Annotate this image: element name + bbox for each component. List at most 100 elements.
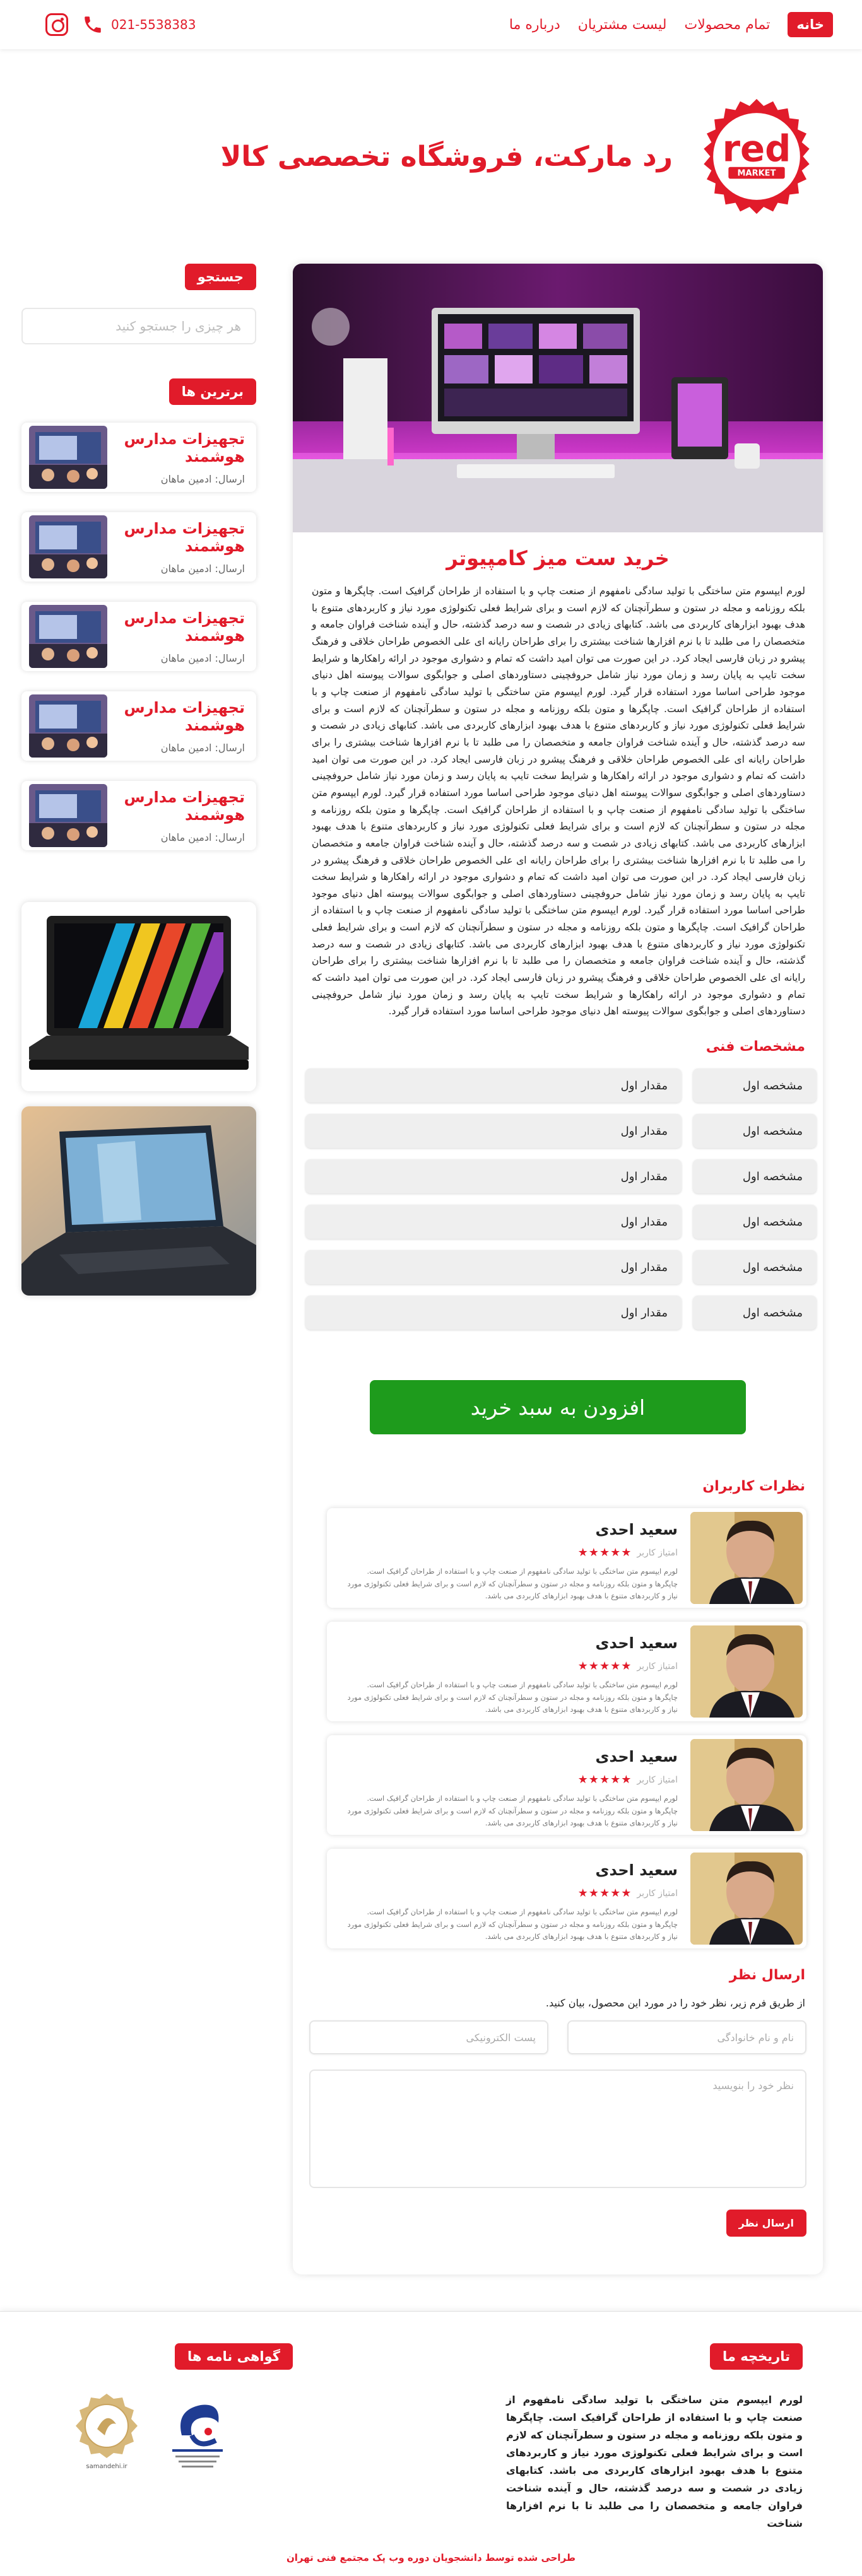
- post-title[interactable]: تجهیزات مدارس هوشمند: [107, 788, 245, 824]
- spec-value: مقدار اول: [305, 1296, 682, 1330]
- spec-row: مشخصه اول مقدار اول: [305, 1250, 817, 1285]
- phone-icon: [85, 16, 101, 33]
- nav-products-link[interactable]: تمام محصولات: [685, 17, 770, 33]
- comment-body: سعید احدی امتیاز کاربر ★★★★★ لورم ایپسوم …: [331, 1512, 690, 1604]
- sidebar-post[interactable]: تجهیزات مدارس هوشمند ارسال: ادمین ماهان: [21, 781, 256, 850]
- copyright: طراحی شده توسط دانشجویان دوره وب پک مجتم…: [286, 2552, 576, 2563]
- name-field[interactable]: نام و نام خانوادگی: [567, 2020, 806, 2055]
- review-form-intro: از طریق فرم زیر، نظر خود را در مورد این …: [545, 1997, 805, 2010]
- footer-certificates: گواهی نامه ها samandehi.ir: [59, 2343, 369, 2473]
- phone-number: 021-5538383: [111, 17, 196, 32]
- post-meta: ارسال: ادمین ماهان: [160, 562, 245, 575]
- content-area: خرید ست میز کامپیوتر لورم ایپسوم متن ساخ…: [0, 264, 862, 2314]
- review-form-heading: ارسال نظر: [729, 1967, 805, 1984]
- comment-text: لورم ایپسوم متن ساختگی با تولید سادگی نا…: [347, 1907, 678, 1941]
- star-rating-icon: ★★★★★: [577, 1887, 632, 1900]
- spec-value: مقدار اول: [305, 1068, 682, 1103]
- nav-home-link[interactable]: خانه: [788, 12, 833, 37]
- history-text: لورم ایپسوم متن ساختگی با تولید سادگی نا…: [506, 2394, 803, 2529]
- comment-card: سعید احدی امتیاز کاربر ★★★★★ لورم ایپسوم …: [327, 1622, 806, 1722]
- navbar: خانه تمام محصولات لیست مشتریان درباره ما…: [0, 0, 862, 49]
- svg-text:MARKET: MARKET: [738, 169, 776, 179]
- email-field[interactable]: پست الکترونیکی: [309, 2020, 548, 2055]
- site-title: رد مارکت، فروشگاه تخصصی کالا: [220, 140, 673, 173]
- samandehi-label: samandehi.ir: [86, 2463, 127, 2470]
- history-heading: تاریخچه ما: [710, 2343, 803, 2370]
- post-info: تجهیزات مدارس هوشمند ارسال: ادمین ماهان: [107, 430, 254, 485]
- comment-text: لورم ایپسوم متن ساختگی با تولید سادگی نا…: [347, 1567, 678, 1601]
- spec-row: مشخصه اول مقدار اول: [305, 1114, 817, 1149]
- comment-author: سعید احدی: [595, 1748, 678, 1766]
- spec-row: مشخصه اول مقدار اول: [305, 1068, 817, 1103]
- comment-body: سعید احدی امتیاز کاربر ★★★★★ لورم ایپسوم …: [331, 1853, 690, 1945]
- post-title[interactable]: تجهیزات مدارس هوشمند: [107, 520, 245, 555]
- star-rating-icon: ★★★★★: [577, 1660, 632, 1673]
- spec-value: مقدار اول: [305, 1159, 682, 1194]
- product-panel: خرید ست میز کامپیوتر لورم ایپسوم متن ساخ…: [293, 264, 823, 2275]
- search-input[interactable]: هر چیزی را جستجو کنید: [21, 308, 256, 344]
- rating-label: امتیاز کاربر: [637, 1547, 678, 1558]
- add-to-cart-button[interactable]: افزودن به سبد خرید: [370, 1380, 746, 1435]
- certificates-heading: گواهی نامه ها: [175, 2343, 293, 2370]
- comment-body: سعید احدی امتیاز کاربر ★★★★★ لورم ایپسوم …: [331, 1739, 690, 1831]
- top-heading-wrap: برترین ها: [21, 378, 256, 405]
- post-thumbnail: [29, 605, 107, 668]
- sidebar-post[interactable]: تجهیزات مدارس هوشمند ارسال: ادمین ماهان: [21, 691, 256, 761]
- spec-key: مشخصه اول: [693, 1205, 817, 1239]
- phone-contact[interactable]: 021-5538383: [82, 14, 196, 35]
- sidebar: جستجو هر چیزی را جستجو کنید برترین ها تج…: [21, 264, 256, 1311]
- sidebar-post[interactable]: تجهیزات مدارس هوشمند ارسال: ادمین ماهان: [21, 602, 256, 671]
- message-textarea[interactable]: نظر خود را بنویسید: [309, 2070, 806, 2189]
- comment-card: سعید احدی امتیاز کاربر ★★★★★ لورم ایپسوم …: [327, 1508, 806, 1608]
- star-rating-icon: ★★★★★: [577, 1546, 632, 1560]
- spec-row: مشخصه اول مقدار اول: [305, 1159, 817, 1194]
- search-heading-wrap: جستجو: [21, 264, 256, 290]
- spec-row: مشخصه اول مقدار اول: [305, 1205, 817, 1239]
- sidebar-post[interactable]: تجهیزات مدارس هوشمند ارسال: ادمین ماهان: [21, 512, 256, 582]
- rating: امتیاز کاربر ★★★★★: [347, 1887, 678, 1900]
- post-thumbnail: [29, 784, 107, 847]
- post-info: تجهیزات مدارس هوشمند ارسال: ادمین ماهان: [107, 699, 254, 754]
- post-info: تجهیزات مدارس هوشمند ارسال: ادمین ماهان: [107, 788, 254, 843]
- spec-key: مشخصه اول: [693, 1159, 817, 1194]
- comment-body: سعید احدی امتیاز کاربر ★★★★★ لورم ایپسوم …: [331, 1625, 690, 1718]
- comment-text: لورم ایپسوم متن ساختگی با تولید سادگی نا…: [347, 1680, 678, 1714]
- samandehi-badge-icon[interactable]: samandehi.ir: [72, 2391, 141, 2473]
- star-rating-icon: ★★★★★: [577, 1773, 632, 1787]
- comment-card: سعید احدی امتیاز کاربر ★★★★★ لورم ایپسوم …: [327, 1849, 806, 1949]
- footer: تاریخچه ما لورم ایپسوم متن ساختگی با تول…: [0, 2311, 862, 2576]
- post-title[interactable]: تجهیزات مدارس هوشمند: [107, 699, 245, 734]
- ad-laptop-2[interactable]: [21, 1106, 256, 1296]
- nav-customers-link[interactable]: لیست مشتریان: [578, 17, 667, 33]
- post-meta: ارسال: ادمین ماهان: [160, 472, 245, 485]
- post-thumbnail: [29, 694, 107, 758]
- post-title[interactable]: تجهیزات مدارس هوشمند: [107, 609, 245, 645]
- comment-author: سعید احدی: [595, 1634, 678, 1653]
- hero: red MARKET رد مارکت، فروشگاه تخصصی کالا: [0, 49, 862, 264]
- svg-text:red: red: [723, 127, 791, 170]
- top-posts-heading: برترین ها: [168, 378, 256, 405]
- instagram-icon[interactable]: [45, 13, 68, 36]
- site-logo[interactable]: red MARKET: [698, 98, 815, 215]
- comments-heading: نظرات کاربران: [702, 1478, 805, 1495]
- badges-row: samandehi.ir: [59, 2391, 369, 2473]
- main-nav: خانه تمام محصولات لیست مشتریان درباره ما: [509, 12, 833, 37]
- comment-author: سعید احدی: [595, 1521, 678, 1539]
- rating: امتیاز کاربر ★★★★★: [347, 1773, 678, 1786]
- submit-review-button[interactable]: ارسال نظر: [726, 2210, 806, 2237]
- avatar: [690, 1853, 803, 1945]
- comment-card: سعید احدی امتیاز کاربر ★★★★★ لورم ایپسوم …: [327, 1735, 806, 1835]
- enamad-badge-icon[interactable]: [163, 2391, 232, 2473]
- post-meta: ارسال: ادمین ماهان: [160, 741, 245, 754]
- specs-heading: مشخصات فنی: [706, 1039, 805, 1055]
- rating-label: امتیاز کاربر: [637, 1661, 678, 1671]
- ad-laptop-1[interactable]: [21, 902, 256, 1091]
- spec-value: مقدار اول: [305, 1114, 682, 1149]
- specs-table: مشخصه اول مقدار اول مشخصه اول مقدار اول مش…: [293, 1068, 823, 1330]
- post-title[interactable]: تجهیزات مدارس هوشمند: [107, 430, 245, 465]
- sidebar-post[interactable]: تجهیزات مدارس هوشمند ارسال: ادمین ماهان: [21, 423, 256, 492]
- nav-about-link[interactable]: درباره ما: [509, 17, 560, 33]
- page: خانه تمام محصولات لیست مشتریان درباره ما…: [0, 0, 862, 2576]
- product-image: [293, 264, 823, 532]
- footer-history: تاریخچه ما لورم ایپسوم متن ساختگی با تول…: [506, 2343, 803, 2532]
